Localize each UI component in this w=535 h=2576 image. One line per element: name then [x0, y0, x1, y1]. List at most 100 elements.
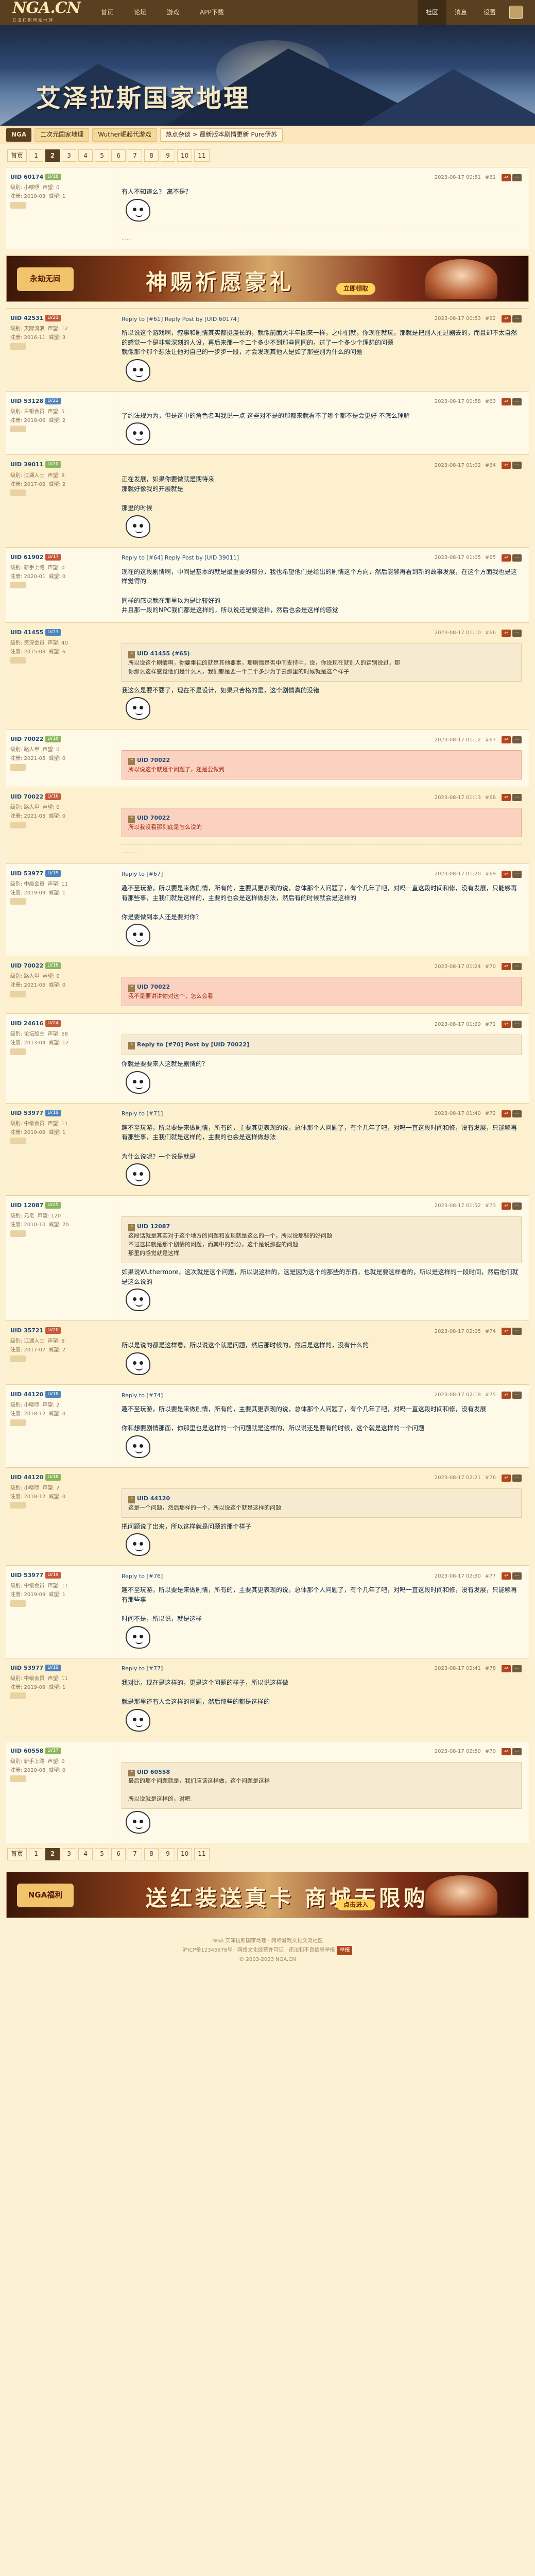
more-options-icon[interactable]: ⋯ [512, 1202, 522, 1210]
nav-item-home[interactable]: 首页 [91, 0, 124, 25]
pager-page-button[interactable]: 11 [194, 149, 210, 162]
author-name[interactable]: UID 60558 [10, 1747, 43, 1755]
reply-icon[interactable]: ↩ [502, 1572, 511, 1580]
more-options-icon[interactable]: ⋯ [512, 554, 522, 562]
reply-icon[interactable]: ↩ [502, 736, 511, 744]
more-options-icon[interactable]: ⋯ [512, 1021, 522, 1028]
pager-page-button[interactable]: 5 [95, 149, 110, 162]
reply-icon[interactable]: ↩ [502, 462, 511, 469]
pager-page-button[interactable]: 4 [78, 149, 93, 162]
floor-number[interactable]: #73 [485, 1202, 496, 1210]
nav-item-forum[interactable]: 论坛 [124, 0, 157, 25]
floor-number[interactable]: #66 [485, 629, 496, 637]
reply-to-link[interactable]: Reply to [#64] Reply Post by [UID 39011] [122, 553, 239, 562]
floor-number[interactable]: #72 [485, 1110, 496, 1118]
author-name[interactable]: UID 61902 [10, 553, 43, 562]
floor-number[interactable]: #76 [485, 1474, 496, 1482]
pager-page-button[interactable]: 3 [62, 1848, 77, 1860]
reply-to-link[interactable]: Reply to [#71] [122, 1109, 163, 1118]
reply-icon[interactable]: ↩ [502, 629, 511, 637]
more-options-icon[interactable]: ⋯ [512, 1748, 522, 1755]
floor-number[interactable]: #71 [485, 1021, 496, 1029]
breadcrumb-home[interactable]: NGA [6, 128, 32, 142]
floor-number[interactable]: #64 [485, 462, 496, 470]
floor-number[interactable]: #68 [485, 794, 496, 802]
quote-author[interactable]: UID 12087 [137, 1223, 170, 1230]
author-name[interactable]: UID 53977 [10, 869, 43, 878]
reply-to-link[interactable]: Reply to [#77] [122, 1664, 163, 1673]
pager-page-button[interactable]: 1 [29, 149, 44, 162]
pager-page-button[interactable]: 7 [128, 1848, 143, 1860]
author-name[interactable]: UID 41455 [10, 628, 43, 637]
author-name[interactable]: UID 24616 [10, 1019, 43, 1028]
more-options-icon[interactable]: ⋯ [512, 1110, 522, 1117]
quote-author[interactable]: UID 41455 (#65) [137, 650, 190, 657]
reply-icon[interactable]: ↩ [502, 794, 511, 802]
more-options-icon[interactable]: ⋯ [512, 1392, 522, 1399]
reply-to-link[interactable]: Reply to [#76] [122, 1572, 163, 1581]
pager-page-button[interactable]: 3 [62, 149, 77, 162]
pager-page-button[interactable]: 6 [111, 149, 126, 162]
more-options-icon[interactable]: ⋯ [512, 736, 522, 744]
more-options-icon[interactable]: ⋯ [512, 1328, 522, 1335]
ad-button[interactable]: 点击进入 [336, 1899, 376, 1911]
reply-icon[interactable]: ↩ [502, 1748, 511, 1755]
more-options-icon[interactable]: ⋯ [512, 315, 522, 323]
reply-icon[interactable]: ↩ [502, 1665, 511, 1672]
quote-author[interactable]: UID 70022 [137, 815, 170, 821]
floor-number[interactable]: #79 [485, 1748, 496, 1756]
author-name[interactable]: UID 70022 [10, 961, 43, 970]
author-name[interactable]: UID 44120 [10, 1390, 43, 1399]
floor-number[interactable]: #78 [485, 1665, 496, 1673]
reply-icon[interactable]: ↩ [502, 554, 511, 562]
pager-page-button[interactable]: 8 [144, 1848, 159, 1860]
more-options-icon[interactable]: ⋯ [512, 1665, 522, 1672]
more-options-icon[interactable]: ⋯ [512, 629, 522, 637]
reply-icon[interactable]: ↩ [502, 1202, 511, 1210]
reply-icon[interactable]: ↩ [502, 963, 511, 971]
author-name[interactable]: UID 70022 [10, 792, 43, 801]
author-name[interactable]: UID 53128 [10, 397, 43, 405]
quote-author[interactable]: UID 60558 [137, 1769, 170, 1775]
quote-author[interactable]: Reply to [#70] Post by [UID 70022] [137, 1041, 249, 1048]
floor-number[interactable]: #63 [485, 398, 496, 406]
reply-icon[interactable]: ↩ [502, 1474, 511, 1482]
more-options-icon[interactable]: ⋯ [512, 870, 522, 878]
pager-page-button[interactable]: 5 [95, 1848, 110, 1860]
reply-icon[interactable]: ↩ [502, 1392, 511, 1399]
more-options-icon[interactable]: ⋯ [512, 462, 522, 469]
ad-banner-top[interactable]: 永劫无间 神赐祈愿豪礼 立即领取 [6, 256, 529, 302]
author-name[interactable]: UID 53977 [10, 1109, 43, 1117]
floor-number[interactable]: #61 [485, 174, 496, 182]
author-name[interactable]: UID 44120 [10, 1473, 43, 1482]
reply-to-link[interactable]: Reply to [#74] [122, 1391, 163, 1400]
floor-number[interactable]: #65 [485, 554, 496, 562]
pager-page-button[interactable]: 2 [45, 1848, 60, 1860]
quote-author[interactable]: UID 70022 [137, 984, 170, 990]
floor-number[interactable]: #67 [485, 736, 496, 744]
more-options-icon[interactable]: ⋯ [512, 1572, 522, 1580]
nav-item-app[interactable]: APP下载 [189, 0, 234, 25]
pager-page-button[interactable]: 9 [161, 149, 176, 162]
pager-page-button[interactable]: 10 [177, 1848, 193, 1860]
more-options-icon[interactable]: ⋯ [512, 174, 522, 181]
ad-button[interactable]: 立即领取 [336, 283, 376, 295]
quote-author[interactable]: UID 70022 [137, 757, 170, 764]
reply-icon[interactable]: ↩ [502, 870, 511, 878]
author-name[interactable]: UID 35721 [10, 1326, 43, 1335]
floor-number[interactable]: #77 [485, 1572, 496, 1581]
floor-number[interactable]: #74 [485, 1328, 496, 1336]
author-name[interactable]: UID 60174 [10, 173, 43, 181]
pager-page-button[interactable]: 2 [45, 149, 60, 162]
reply-icon[interactable]: ↩ [502, 1328, 511, 1335]
more-options-icon[interactable]: ⋯ [512, 794, 522, 802]
nav-item-messages[interactable]: 消息 [446, 0, 475, 25]
pager-page-button[interactable]: 11 [194, 1848, 210, 1860]
pager-page-button[interactable]: 4 [78, 1848, 93, 1860]
reply-icon[interactable]: ↩ [502, 1110, 511, 1117]
site-logo[interactable]: NGA.CN 艾泽拉斯国家地理 [12, 1, 81, 24]
pager-first-button[interactable]: 首页 [7, 1848, 27, 1860]
pager-page-button[interactable]: 7 [128, 149, 143, 162]
more-options-icon[interactable]: ⋯ [512, 398, 522, 405]
avatar[interactable] [509, 6, 523, 19]
